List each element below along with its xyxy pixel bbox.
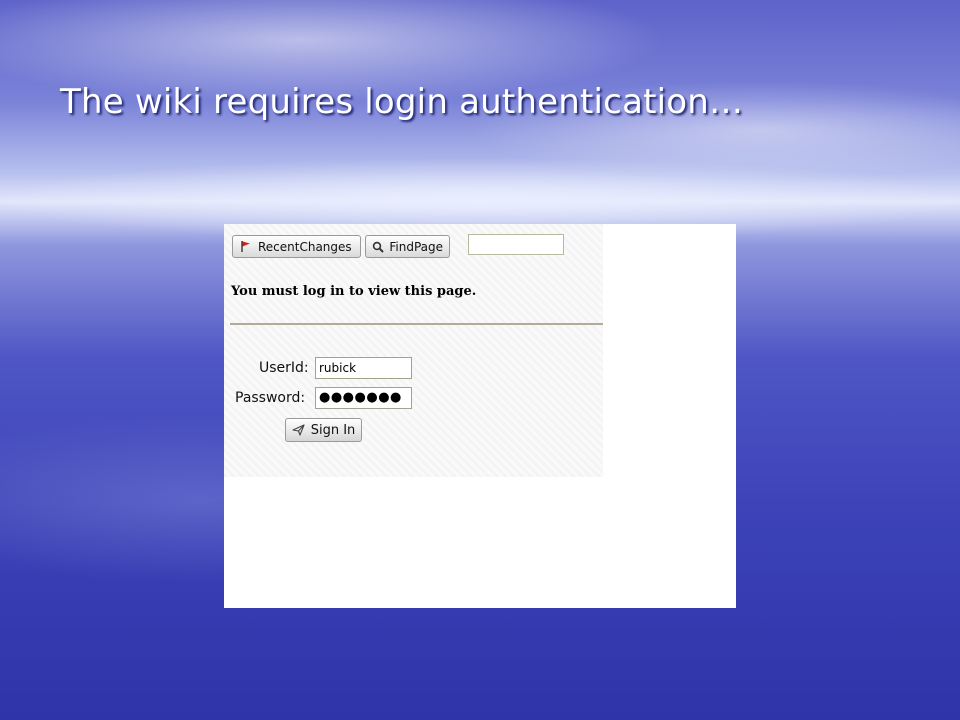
userid-field[interactable]: rubick	[315, 357, 412, 379]
search-input[interactable]	[468, 234, 564, 255]
screenshot-panel: RecentChanges FindPage You must log in t…	[224, 224, 736, 608]
divider	[230, 323, 603, 325]
userid-label: UserId:	[259, 360, 309, 376]
sign-in-label: Sign In	[310, 422, 356, 438]
slide-title: The wiki requires login authentication…	[60, 82, 744, 122]
sign-in-button[interactable]: Sign In	[285, 418, 362, 442]
paper-plane-icon	[292, 423, 306, 437]
login-required-notice: You must log in to view this page.	[231, 284, 477, 299]
wiki-page: RecentChanges FindPage You must log in t…	[224, 224, 603, 477]
password-field[interactable]: ●●●●●●●	[315, 387, 412, 409]
password-label: Password:	[235, 390, 306, 406]
recent-changes-label: RecentChanges	[258, 239, 352, 254]
find-page-button[interactable]: FindPage	[365, 235, 450, 258]
recent-changes-button[interactable]: RecentChanges	[232, 235, 361, 258]
flag-icon	[239, 240, 253, 254]
find-page-label: FindPage	[389, 239, 443, 254]
slide: { "slide": { "title": "The wiki requires…	[0, 0, 960, 720]
magnifier-icon	[372, 240, 384, 254]
